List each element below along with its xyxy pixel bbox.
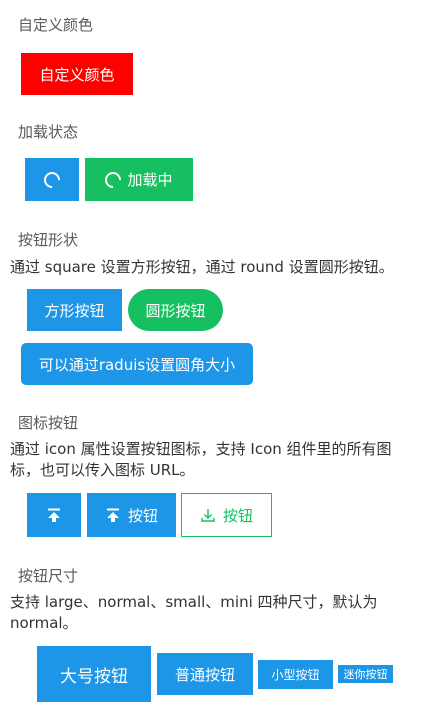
upload-icon (105, 507, 121, 523)
loading-text-button[interactable]: 加载中 (85, 158, 193, 201)
icon-text-button[interactable]: 按钮 (87, 493, 176, 537)
section-title-loading: 加载状态 (18, 123, 79, 141)
normal-button[interactable]: 普通按钮 (157, 653, 253, 695)
round-button[interactable]: 圆形按钮 (128, 289, 223, 331)
icon-only-button[interactable] (27, 493, 81, 537)
icon-outline-button[interactable]: 按钮 (181, 493, 272, 537)
section-title-custom-color: 自定义颜色 (18, 16, 94, 34)
upload-icon (46, 507, 62, 523)
mini-button[interactable]: 迷你按钮 (338, 665, 393, 683)
section-title-size: 按钮尺寸 (18, 567, 79, 585)
radius-button[interactable]: 可以通过raduis设置圆角大小 (21, 343, 253, 385)
download-icon (200, 507, 216, 523)
loading-spinner-icon (40, 168, 64, 191)
section-title-shape: 按钮形状 (18, 231, 79, 249)
loading-label: 加载中 (127, 171, 173, 189)
size-description-line2: normal。 (10, 614, 78, 632)
icon-outline-button-label: 按钮 (222, 506, 253, 525)
small-button[interactable]: 小型按钮 (258, 660, 333, 689)
shape-description: 通过 square 设置方形按钮，通过 round 设置圆形按钮。 (10, 258, 394, 276)
icon-text-button-label: 按钮 (127, 506, 158, 525)
size-description-line1: 支持 large、normal、small、mini 四种尺寸，默认为 (10, 593, 378, 611)
large-button[interactable]: 大号按钮 (37, 646, 151, 702)
section-title-icon: 图标按钮 (18, 414, 79, 432)
custom-color-button[interactable]: 自定义颜色 (21, 53, 133, 95)
loading-icon-button[interactable] (25, 158, 79, 201)
icon-description-line1: 通过 icon 属性设置按钮图标，支持 Icon 组件里的所有图 (10, 440, 392, 458)
icon-description-line2: 标，也可以传入图标 URL。 (10, 461, 195, 479)
loading-spinner-icon (102, 168, 125, 191)
square-button[interactable]: 方形按钮 (27, 289, 122, 331)
